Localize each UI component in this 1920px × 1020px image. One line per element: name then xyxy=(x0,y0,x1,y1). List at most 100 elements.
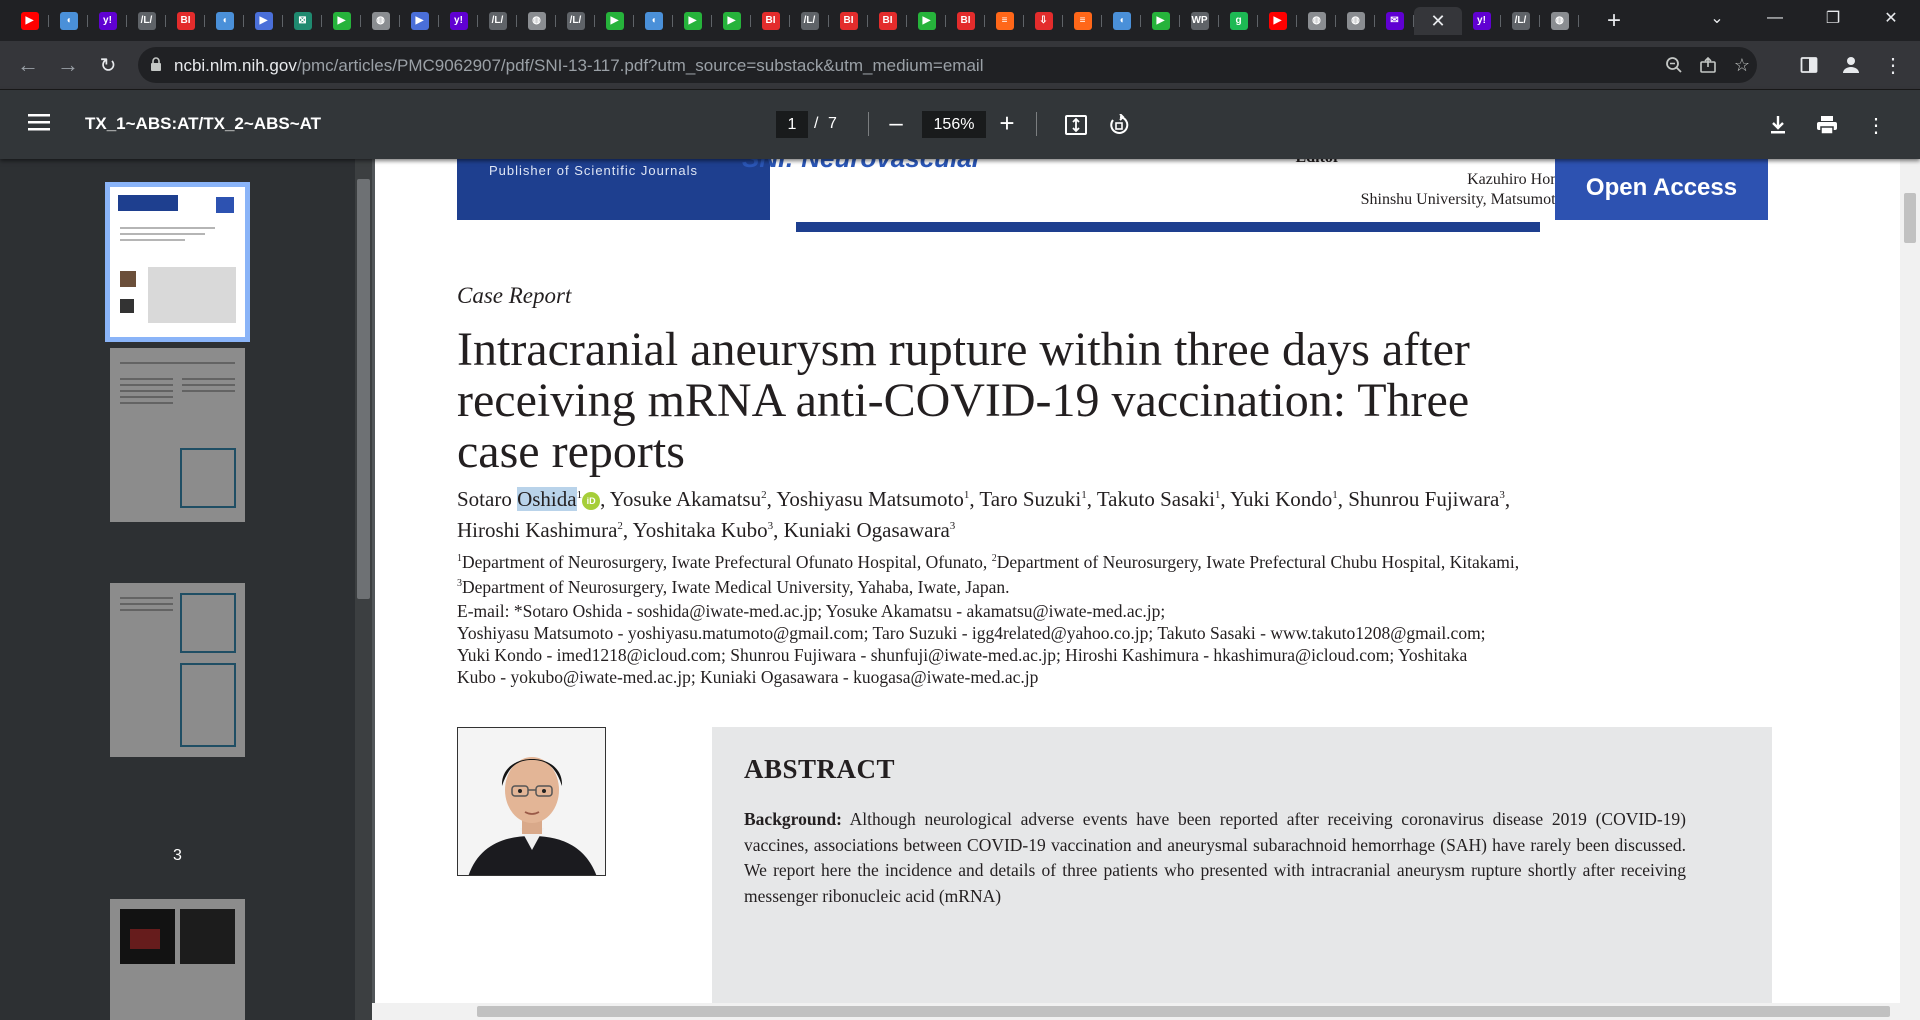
url-text: ncbi.nlm.nih.gov/pmc/articles/PMC9062907… xyxy=(174,56,983,76)
browser-tab[interactable]: ▶ xyxy=(1141,7,1180,35)
browser-tab[interactable]: ◍ xyxy=(1540,7,1579,35)
browser-tab[interactable]: ▶ xyxy=(1258,7,1297,35)
restore-button[interactable]: ❐ xyxy=(1810,0,1856,36)
thumbnail-number: 3 xyxy=(173,847,182,864)
browser-tab[interactable]: ◍ xyxy=(1336,7,1375,35)
play-icon: ▶ xyxy=(1151,12,1170,30)
globe-icon: ◍ xyxy=(1550,12,1569,30)
reload-button[interactable]: ↻ xyxy=(94,51,122,79)
browser-tab[interactable]: ◖ xyxy=(205,7,244,35)
browser-tab[interactable]: y! xyxy=(1462,7,1501,35)
browser-tab[interactable]: BI xyxy=(166,7,205,35)
page-scrollbar[interactable] xyxy=(1900,159,1920,1020)
close-window-button[interactable]: ✕ xyxy=(1868,0,1914,36)
browser-tab[interactable]: ◖ xyxy=(634,7,673,35)
zoom-icon[interactable] xyxy=(1664,55,1684,75)
zoom-input[interactable]: 156% xyxy=(922,111,986,138)
browser-tab[interactable]: ≡ xyxy=(1063,7,1102,35)
email-line: Yoshiyasu Matsumoto - yoshiyasu.matumoto… xyxy=(457,623,1486,643)
browser-tab[interactable]: BI xyxy=(868,7,907,35)
browser-tab[interactable]: /L/ xyxy=(790,7,829,35)
page-thumbnail-1[interactable] xyxy=(105,182,250,342)
browser-tab[interactable]: ✕ xyxy=(1414,7,1462,35)
bookmark-star-icon[interactable]: ☆ xyxy=(1732,55,1752,75)
emails: E-mail: *Sotaro Oshida - soshida@iwate-m… xyxy=(457,600,1557,688)
browser-tab[interactable]: ▶ xyxy=(673,7,712,35)
abstract-body: Background: Although neurological advers… xyxy=(744,807,1686,909)
arrow-icon: ▶ xyxy=(254,12,273,30)
orcid-icon[interactable]: iD xyxy=(582,492,601,510)
bi-icon: BI xyxy=(878,12,897,30)
browser-tab[interactable]: /L/ xyxy=(1501,7,1540,35)
browser-tab[interactable]: ▶ xyxy=(907,7,946,35)
browser-tab[interactable]: ▶ xyxy=(400,7,439,35)
journal-title: SNI: Neurovascular xyxy=(742,159,982,174)
new-tab-button[interactable]: + xyxy=(1600,7,1628,35)
page-number-input[interactable]: 1 xyxy=(776,111,808,138)
browser-tab[interactable]: ≡ xyxy=(985,7,1024,35)
browser-tab[interactable]: BI xyxy=(829,7,868,35)
bi-icon: BI xyxy=(956,12,975,30)
pdf-more-icon[interactable]: ⋮ xyxy=(1863,112,1889,138)
horizontal-scrollbar[interactable] xyxy=(372,1003,1900,1020)
browser-tab[interactable]: y! xyxy=(439,7,478,35)
fit-page-icon[interactable] xyxy=(1063,112,1089,138)
browser-tab[interactable]: ◖ xyxy=(49,7,88,35)
shield-icon: ◖ xyxy=(1112,12,1131,30)
play-icon: ▶ xyxy=(332,12,351,30)
sidebar-menu-icon[interactable] xyxy=(28,112,54,138)
forward-button[interactable]: → xyxy=(54,51,82,79)
browser-tab[interactable]: ◍ xyxy=(361,7,400,35)
header-rule xyxy=(796,222,1540,232)
yahoo-icon: y! xyxy=(1472,12,1491,30)
pdf-viewer: Publisher of Scientific Journals SNI: Ne… xyxy=(355,159,1920,1020)
browser-tab[interactable]: ◖ xyxy=(1102,7,1141,35)
browser-menu-icon[interactable]: ⋮ xyxy=(1880,52,1906,78)
address-bar[interactable]: ncbi.nlm.nih.gov/pmc/articles/PMC9062907… xyxy=(138,47,1757,83)
browser-tab[interactable]: BI xyxy=(751,7,790,35)
zoom-in-button[interactable]: + xyxy=(996,108,1018,139)
page-thumbnail-3[interactable] xyxy=(110,583,245,757)
browser-tab[interactable]: ▶ xyxy=(10,7,49,35)
browser-tab[interactable]: y! xyxy=(88,7,127,35)
browser-tab[interactable]: ⊠ xyxy=(283,7,322,35)
browser-tab[interactable]: ▶ xyxy=(712,7,751,35)
sidebar-scrollbar[interactable] xyxy=(355,159,372,1020)
back-button[interactable]: ← xyxy=(14,51,42,79)
zoom-out-button[interactable]: – xyxy=(886,110,906,138)
substack-icon: ≡ xyxy=(1073,12,1092,30)
email-line: E-mail: *Sotaro Oshida - soshida@iwate-m… xyxy=(457,601,1166,621)
browser-tab[interactable]: WP xyxy=(1180,7,1219,35)
browser-tab[interactable]: ⇩ xyxy=(1024,7,1063,35)
browser-tab[interactable]: ◍ xyxy=(517,7,556,35)
browser-tab[interactable]: BI xyxy=(946,7,985,35)
youtube-icon: ▶ xyxy=(1268,12,1287,30)
browser-tab[interactable]: ▶ xyxy=(322,7,361,35)
browser-tab[interactable]: g xyxy=(1219,7,1258,35)
lili-icon: /L/ xyxy=(1511,12,1530,30)
print-icon[interactable] xyxy=(1814,112,1840,138)
abstract-label: Background: xyxy=(744,809,842,829)
tab-close-icon[interactable]: ✕ xyxy=(1430,12,1445,30)
page-thumbnail-4[interactable] xyxy=(110,899,245,1020)
browser-tab[interactable]: /L/ xyxy=(478,7,517,35)
author-name: , Yuki Kondo xyxy=(1220,487,1333,511)
browser-tab[interactable]: ▶ xyxy=(244,7,283,35)
browser-tab[interactable]: ✉ xyxy=(1375,7,1414,35)
bi-icon: BI xyxy=(761,12,780,30)
download-icon[interactable] xyxy=(1765,112,1791,138)
browser-tab[interactable]: /L/ xyxy=(127,7,166,35)
minimize-button[interactable]: — xyxy=(1752,0,1798,36)
share-icon[interactable] xyxy=(1698,55,1718,75)
profile-icon[interactable] xyxy=(1838,52,1864,78)
side-panel-icon[interactable] xyxy=(1796,52,1822,78)
arrow-icon: ▶ xyxy=(410,12,429,30)
bi-icon: BI xyxy=(839,12,858,30)
author-family-highlighted: Oshida xyxy=(517,487,577,511)
tab-search-chevron-icon[interactable]: ⌄ xyxy=(1694,0,1740,36)
page-thumbnail-2[interactable] xyxy=(110,348,245,522)
browser-tab[interactable]: /L/ xyxy=(556,7,595,35)
rotate-icon[interactable] xyxy=(1106,112,1132,138)
browser-tab[interactable]: ◍ xyxy=(1297,7,1336,35)
browser-tab[interactable]: ▶ xyxy=(595,7,634,35)
